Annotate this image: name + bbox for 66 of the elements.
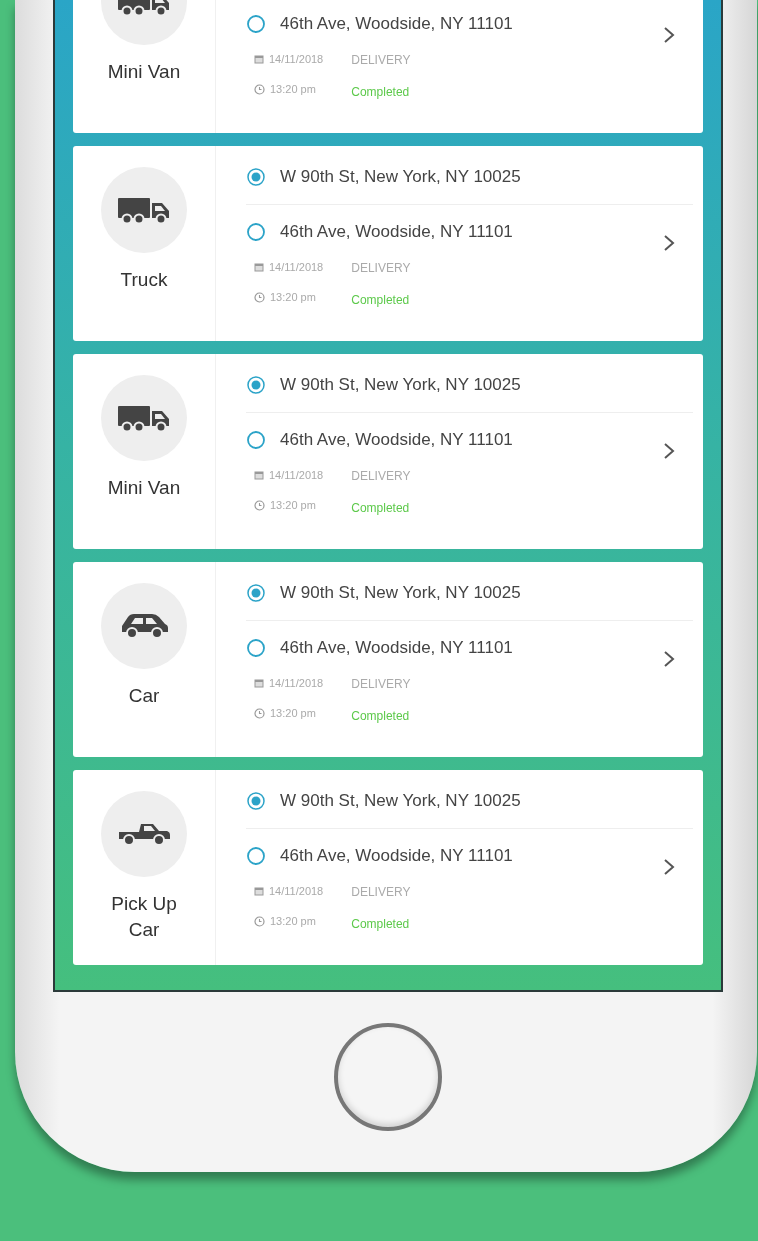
trip-status: Completed (351, 293, 411, 307)
trip-date: 14/11/2018 (269, 261, 324, 273)
dropoff-address: 46th Ave, Woodside, NY 11101 (280, 222, 513, 242)
pickup-address: W 90th St, New York, NY 10025 (280, 167, 521, 187)
trip-status: Completed (351, 709, 411, 723)
destination-ring-icon (246, 430, 266, 450)
vehicle-label: Car (127, 684, 161, 708)
trip-date: 14/11/2018 (269, 53, 324, 65)
trip-type: DELIVERY (351, 885, 411, 899)
trip-date: 14/11/2018 (269, 677, 324, 689)
dropoff-address: 46th Ave, Woodside, NY 11101 (280, 638, 513, 658)
destination-ring-icon (246, 14, 266, 34)
destination-ring-icon (246, 638, 266, 658)
trip-type: DELIVERY (351, 53, 411, 67)
truck-icon (117, 403, 171, 433)
trip-card[interactable]: Truck W 90th St, New York, NY 10025 46th Ave, Woodside, NY 11101 14/11/2018 13:20 pm DELIVERY Completed (73, 146, 703, 341)
origin-dot-icon (246, 375, 266, 395)
clock-icon (254, 915, 265, 927)
origin-dot-icon (246, 791, 266, 811)
trip-card[interactable]: Mini Van 46th Ave, Woodside, NY 11101 14/11/2018 13:20 pm DELIVERY Completed (73, 0, 703, 133)
clock-icon (254, 291, 265, 303)
trip-type: DELIVERY (351, 677, 411, 691)
destination-ring-icon (246, 846, 266, 866)
calendar-icon (254, 886, 264, 896)
chevron-right-icon[interactable] (663, 26, 675, 44)
clock-icon (254, 499, 265, 511)
trip-time: 13:20 pm (270, 915, 316, 927)
calendar-icon (254, 54, 264, 64)
pickup-truck-icon (117, 821, 171, 847)
vehicle-label: Truck (119, 268, 169, 292)
calendar-icon (254, 262, 264, 272)
trip-status: Completed (351, 917, 411, 931)
destination-ring-icon (246, 222, 266, 242)
trip-card[interactable]: Pick Up Car W 90th St, New York, NY 10025 46th Ave, Woodside, NY 11101 14/11/2018 13:20 pm DELIVERY Completed (73, 770, 703, 965)
dropoff-address: 46th Ave, Woodside, NY 11101 (280, 846, 513, 866)
truck-icon (117, 195, 171, 225)
trip-status: Completed (351, 501, 411, 515)
origin-dot-icon (246, 167, 266, 187)
trip-time: 13:20 pm (270, 707, 316, 719)
vehicle-label: Mini Van (106, 60, 182, 84)
calendar-icon (254, 470, 264, 480)
trip-type: DELIVERY (351, 261, 411, 275)
origin-dot-icon (246, 583, 266, 603)
trip-time: 13:20 pm (270, 499, 316, 511)
chevron-right-icon[interactable] (663, 234, 675, 252)
clock-icon (254, 707, 265, 719)
trip-card[interactable]: Mini Van W 90th St, New York, NY 10025 46th Ave, Woodside, NY 11101 14/11/2018 13:20 pm DELIVERY Completed (73, 354, 703, 549)
pickup-address: W 90th St, New York, NY 10025 (280, 375, 521, 395)
chevron-right-icon[interactable] (663, 442, 675, 460)
trip-date: 14/11/2018 (269, 469, 324, 481)
dropoff-address: 46th Ave, Woodside, NY 11101 (280, 14, 513, 34)
trip-time: 13:20 pm (270, 291, 316, 303)
trip-time: 13:20 pm (270, 83, 316, 95)
chevron-right-icon[interactable] (663, 858, 675, 876)
vehicle-label: Mini Van (106, 476, 182, 500)
pickup-address: W 90th St, New York, NY 10025 (280, 791, 521, 811)
chevron-right-icon[interactable] (663, 650, 675, 668)
trip-card[interactable]: Car W 90th St, New York, NY 10025 46th Ave, Woodside, NY 11101 14/11/2018 13:20 pm DELIVERY Completed (73, 562, 703, 757)
trip-status: Completed (351, 85, 411, 99)
vehicle-label: Pick Up Car (110, 892, 178, 942)
clock-icon (254, 83, 265, 95)
pickup-address: W 90th St, New York, NY 10025 (280, 583, 521, 603)
calendar-icon (254, 678, 264, 688)
dropoff-address: 46th Ave, Woodside, NY 11101 (280, 430, 513, 450)
trip-date: 14/11/2018 (269, 885, 324, 897)
trip-type: DELIVERY (351, 469, 411, 483)
